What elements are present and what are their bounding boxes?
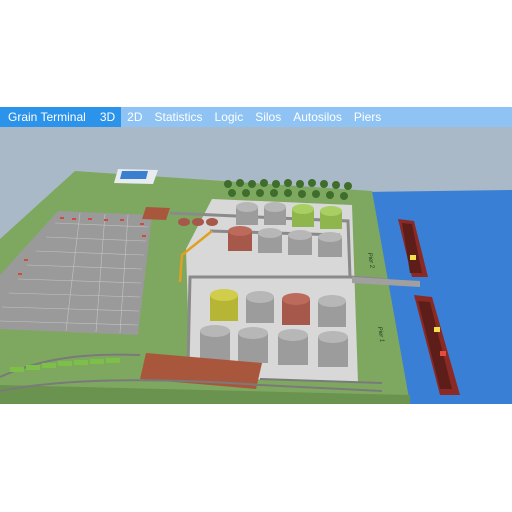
3d-viewport[interactable]: Pier 2 Pier 1 — [0, 127, 512, 404]
small-tanks — [178, 218, 218, 226]
top-blank-area — [0, 0, 512, 107]
tab-piers[interactable]: Piers — [348, 107, 387, 127]
office-roof — [120, 171, 148, 179]
app-title[interactable]: Grain Terminal — [0, 107, 94, 127]
bottom-blank-area — [0, 404, 512, 512]
shed — [142, 207, 170, 220]
tab-3d[interactable]: 3D — [93, 107, 122, 127]
tab-autosilos[interactable]: Autosilos — [287, 107, 348, 127]
tab-logic[interactable]: Logic — [209, 107, 250, 127]
tab-statistics[interactable]: Statistics — [149, 107, 209, 127]
scene-svg: Pier 2 Pier 1 — [0, 127, 512, 404]
menu-bar: Grain Terminal 3D 2D Statistics Logic Si… — [0, 107, 512, 127]
tab-2d[interactable]: 2D — [121, 107, 148, 127]
tab-silos[interactable]: Silos — [249, 107, 287, 127]
